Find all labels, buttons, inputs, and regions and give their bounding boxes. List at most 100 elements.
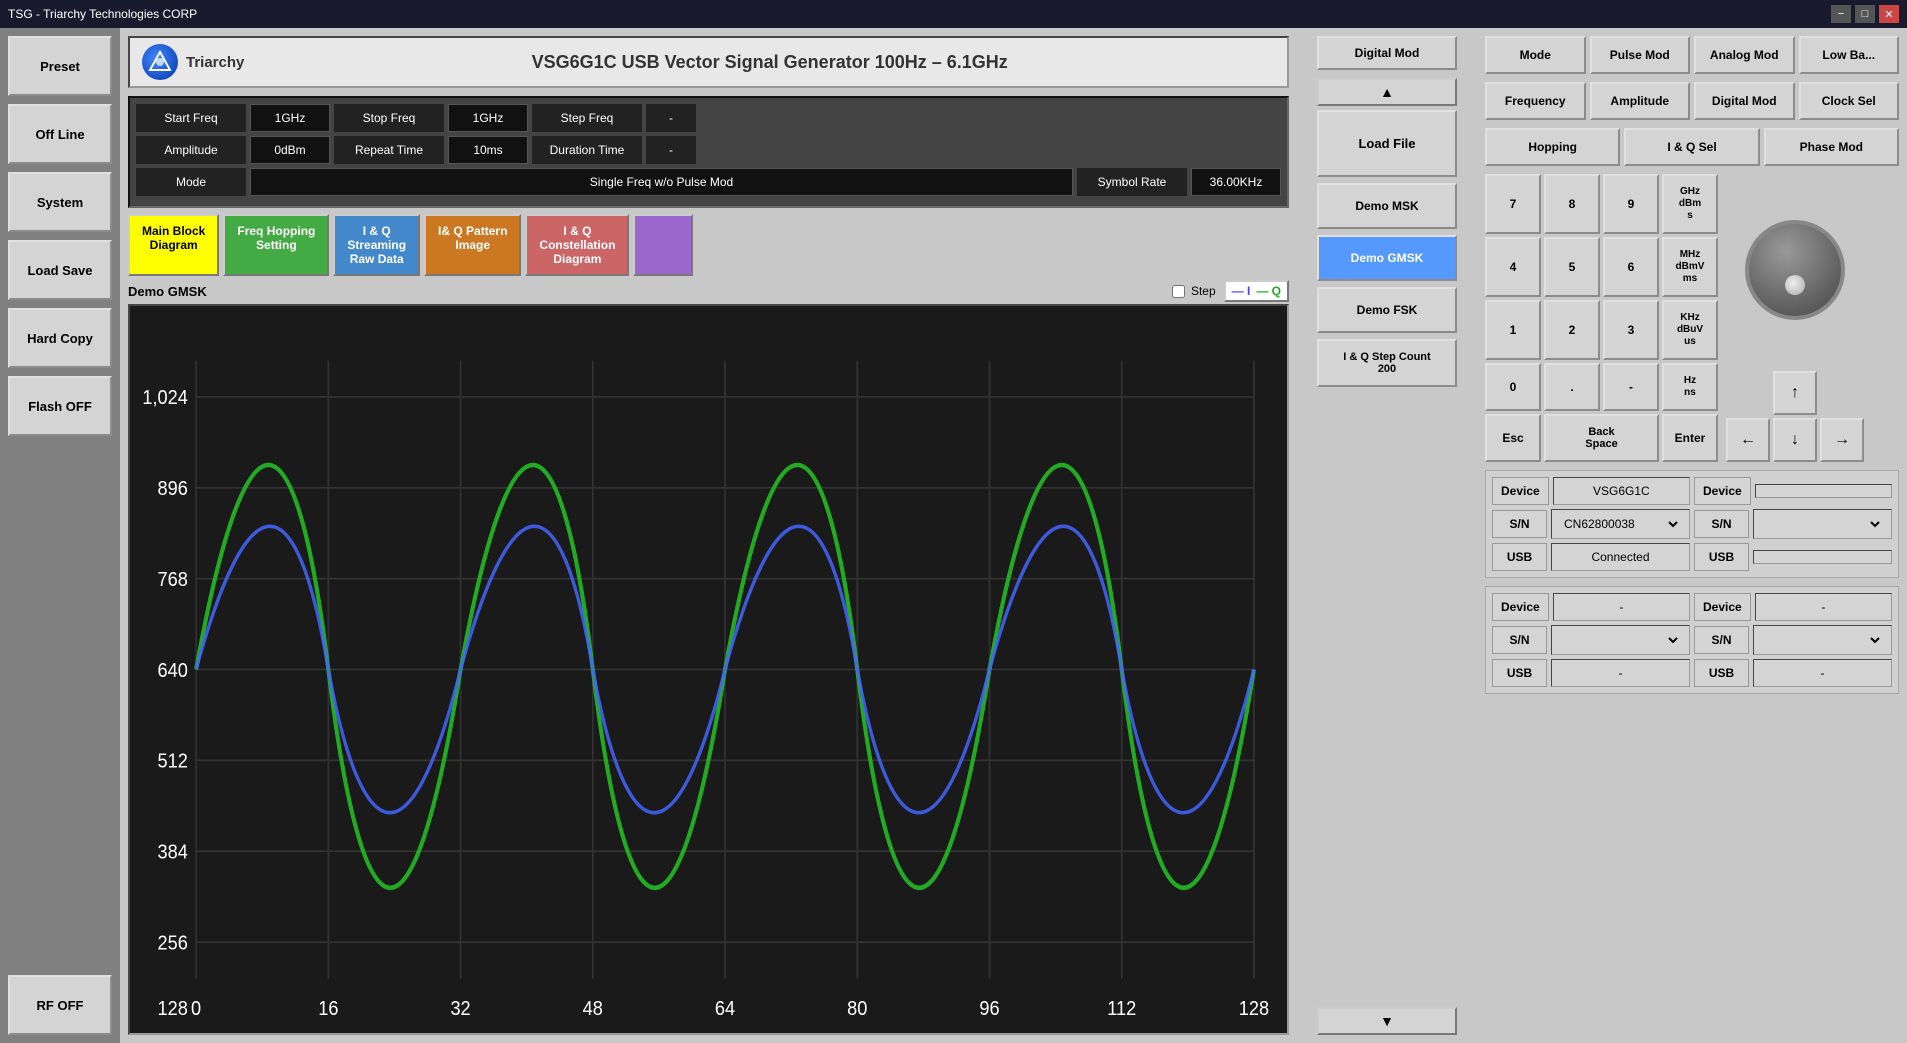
sidebar-item-preset[interactable]: Preset [8, 36, 112, 96]
tab-freq-hopping[interactable]: Freq Hopping Setting [223, 214, 329, 276]
logo-area: Triarchy [142, 44, 244, 80]
key-2[interactable]: 2 [1544, 300, 1600, 360]
usb-row-1: USB Connected USB [1492, 543, 1892, 571]
key-khz[interactable]: KHz dBuV us [1662, 300, 1718, 360]
amplitude-value[interactable]: 0dBm [250, 136, 330, 164]
device2-value [1755, 484, 1892, 498]
clock-sel-btn[interactable]: Clock Sel [1799, 82, 1900, 120]
rotary-knob[interactable] [1745, 220, 1845, 320]
key-5[interactable]: 5 [1544, 237, 1600, 297]
frequency-btn[interactable]: Frequency [1485, 82, 1586, 120]
backspace-btn[interactable]: Back Space [1544, 414, 1659, 462]
key-6[interactable]: 6 [1603, 237, 1659, 297]
usb4-label: USB [1694, 659, 1749, 687]
usb1-value: Connected [1551, 543, 1690, 571]
sn2-select[interactable] [1762, 516, 1883, 532]
amplitude-btn[interactable]: Amplitude [1590, 82, 1691, 120]
legend-i: — I [1232, 284, 1251, 298]
step-freq-value[interactable]: - [646, 104, 696, 132]
sidebar-item-offline[interactable]: Off Line [8, 104, 112, 164]
arrow-right-btn[interactable]: → [1820, 418, 1864, 462]
duration-time-value[interactable]: - [646, 136, 696, 164]
key-hz[interactable]: Hz ns [1662, 363, 1718, 411]
svg-text:384: 384 [158, 842, 189, 864]
tab-iq-pattern[interactable]: I& Q Pattern Image [424, 214, 521, 276]
arrow-down-btn[interactable]: ↓ [1773, 418, 1817, 462]
sidebar-item-hardcopy[interactable]: Hard Copy [8, 308, 112, 368]
key-ghz[interactable]: GHz dBm s [1662, 174, 1718, 234]
digital-mod-top-btn[interactable]: Digital Mod [1317, 36, 1457, 70]
arrow-up-btn[interactable]: ↑ [1773, 371, 1817, 415]
demo-gmsk-btn[interactable]: Demo GMSK [1317, 235, 1457, 281]
symbol-rate-value[interactable]: 36.00KHz [1191, 168, 1281, 196]
demo-msk-btn[interactable]: Demo MSK [1317, 183, 1457, 229]
top-buttons-row3: Hopping I & Q Sel Phase Mod [1485, 128, 1899, 166]
sidebar-item-system[interactable]: System [8, 172, 112, 232]
demo-fsk-btn[interactable]: Demo FSK [1317, 287, 1457, 333]
load-file-button[interactable]: Load File [1317, 110, 1457, 177]
scroll-up-btn[interactable]: ▲ [1317, 78, 1457, 106]
key-9[interactable]: 9 [1603, 174, 1659, 234]
device3-value: - [1553, 593, 1690, 621]
mode-top-btn[interactable]: Mode [1485, 36, 1586, 74]
enter-btn[interactable]: Enter [1662, 414, 1718, 462]
chart-title: Demo GMSK [128, 284, 207, 299]
key-mhz[interactable]: MHz dBmV ms [1662, 237, 1718, 297]
step-checkbox[interactable] [1172, 285, 1185, 298]
key-neg[interactable]: - [1603, 363, 1659, 411]
esc-btn[interactable]: Esc [1485, 414, 1541, 462]
arrow-left-btn[interactable]: ← [1726, 418, 1770, 462]
svg-text:512: 512 [158, 751, 188, 773]
title-bar: TSG - Triarchy Technologies CORP − □ ✕ [0, 0, 1907, 28]
tab-purple[interactable] [633, 214, 693, 276]
minimize-button[interactable]: − [1831, 5, 1851, 23]
key-4[interactable]: 4 [1485, 237, 1541, 297]
key-8[interactable]: 8 [1544, 174, 1600, 234]
device-row-1: Device VSG6G1C Device [1492, 477, 1892, 505]
tab-main-block[interactable]: Main Block Diagram [128, 214, 219, 276]
device1-label: Device [1492, 477, 1549, 505]
top-buttons-row1: Mode Pulse Mod Analog Mod Low Ba... [1485, 36, 1899, 74]
legend-q: — Q [1256, 284, 1281, 298]
analog-mod-btn[interactable]: Analog Mod [1694, 36, 1795, 74]
key-3[interactable]: 3 [1603, 300, 1659, 360]
pulse-mod-btn[interactable]: Pulse Mod [1590, 36, 1691, 74]
logo-icon [142, 44, 178, 80]
digital-mod-btn[interactable]: Digital Mod [1694, 82, 1795, 120]
hopping-btn[interactable]: Hopping [1485, 128, 1620, 166]
sn3-select[interactable] [1560, 632, 1681, 648]
iq-sel-btn[interactable]: I & Q Sel [1624, 128, 1759, 166]
step-freq-label: Step Freq [532, 104, 642, 132]
mode-value[interactable]: Single Freq w/o Pulse Mod [250, 168, 1073, 196]
sidebar-item-rfoff[interactable]: RF OFF [8, 975, 112, 1035]
repeat-time-label: Repeat Time [334, 136, 444, 164]
key-dot[interactable]: . [1544, 363, 1600, 411]
sn1-value[interactable]: CN62800038 [1551, 509, 1690, 539]
tab-iq-constellation[interactable]: I & Q Constellation Diagram [525, 214, 629, 276]
sn4-select[interactable] [1762, 632, 1883, 648]
iq-step-count-btn[interactable]: I & Q Step Count 200 [1317, 339, 1457, 387]
low-band-btn[interactable]: Low Ba... [1799, 36, 1900, 74]
sn3-value[interactable] [1551, 625, 1690, 655]
start-freq-value[interactable]: 1GHz [250, 104, 330, 132]
amplitude-label: Amplitude [136, 136, 246, 164]
sn4-value[interactable] [1753, 625, 1892, 655]
sidebar-item-flashoff[interactable]: Flash OFF [8, 376, 112, 436]
sn2-value[interactable] [1753, 509, 1892, 539]
knob-indicator [1785, 275, 1805, 295]
keypad: 7 8 9 GHz dBm s 4 5 6 MHz dBmV ms 1 2 3 [1485, 174, 1718, 462]
repeat-time-value[interactable]: 10ms [448, 136, 528, 164]
maximize-button[interactable]: □ [1855, 5, 1875, 23]
key-7[interactable]: 7 [1485, 174, 1541, 234]
scroll-down-btn[interactable]: ▼ [1317, 1007, 1457, 1035]
key-1[interactable]: 1 [1485, 300, 1541, 360]
sidebar-item-loadsave[interactable]: Load Save [8, 240, 112, 300]
stop-freq-value[interactable]: 1GHz [448, 104, 528, 132]
key-0[interactable]: 0 [1485, 363, 1541, 411]
device4-label: Device [1694, 593, 1751, 621]
sn1-select[interactable]: CN62800038 [1560, 516, 1681, 532]
phase-mod-btn[interactable]: Phase Mod [1764, 128, 1899, 166]
close-button[interactable]: ✕ [1879, 5, 1899, 23]
device1-value: VSG6G1C [1553, 477, 1690, 505]
tab-iq-streaming[interactable]: I & Q Streaming Raw Data [333, 214, 420, 276]
